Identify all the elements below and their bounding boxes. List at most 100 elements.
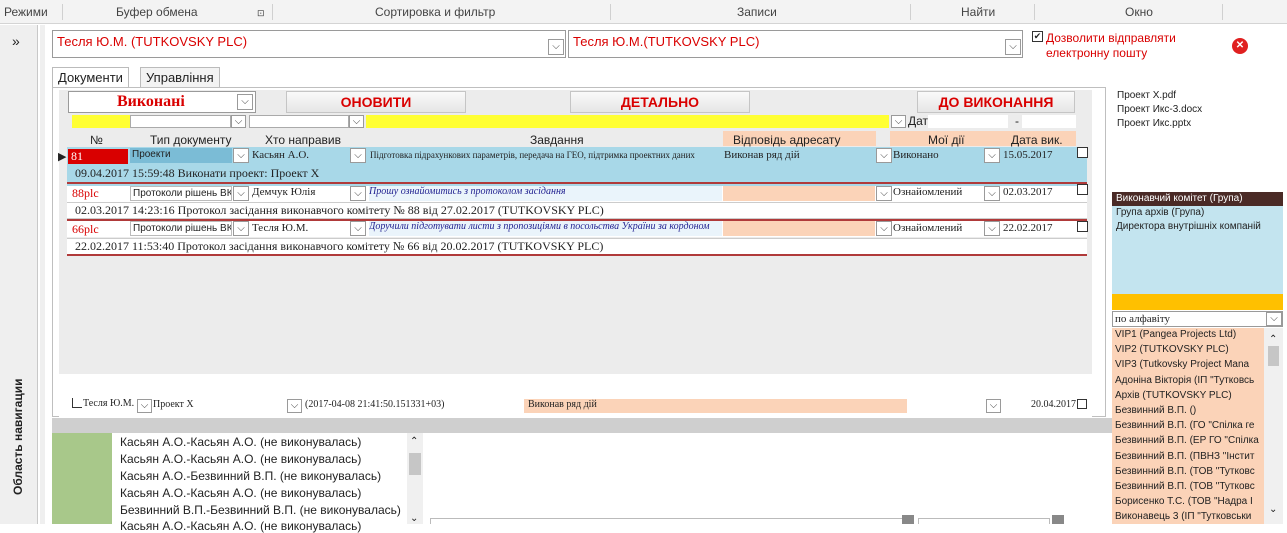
details-button[interactable]: ДЕТАЛЬНО bbox=[570, 91, 750, 113]
list-item[interactable]: Касьян А.О.-Безвинний В.П. (не виконувал… bbox=[120, 469, 381, 483]
filter-num[interactable] bbox=[72, 115, 130, 128]
expand-nav-icon[interactable]: » bbox=[12, 33, 20, 49]
col-type[interactable]: Тип документу bbox=[150, 133, 231, 147]
file-item[interactable]: Проект Икс-3.docx bbox=[1117, 104, 1202, 115]
group-item-selected[interactable]: Виконавчий комітет (Група) bbox=[1112, 192, 1283, 206]
history-scrollbar[interactable]: ⌃ ⌄ bbox=[407, 433, 423, 524]
groups-list[interactable]: Виконавчий комітет (Група) Група архів (… bbox=[1112, 192, 1283, 294]
chevron-down-icon[interactable]: ⌵ bbox=[891, 115, 906, 128]
row-reply[interactable] bbox=[723, 221, 875, 236]
group-item[interactable]: Група архів (Група) bbox=[1116, 207, 1204, 218]
col-num[interactable]: № bbox=[90, 133, 103, 147]
list-item[interactable]: Адоніна Вікторія (ІП "Тутковсь bbox=[1115, 375, 1264, 390]
filter-from[interactable] bbox=[249, 115, 349, 128]
filter-type[interactable] bbox=[130, 115, 231, 128]
attachments-list[interactable]: Проект Х.pdf Проект Икс-3.docx Проект Ик… bbox=[1112, 88, 1283, 191]
list-item[interactable]: Безвинний В.П. (ТОВ "Тутковс bbox=[1115, 466, 1264, 481]
file-item[interactable]: Проект Х.pdf bbox=[1117, 90, 1176, 101]
list-item[interactable]: Архів (TUTKOVSKY PLC) bbox=[1115, 390, 1264, 405]
list-item[interactable]: VIP2 (TUTKOVSKY PLC) bbox=[1115, 344, 1264, 359]
chevron-down-icon[interactable]: ⌵ bbox=[231, 115, 246, 128]
list-item[interactable]: Безвинний В.П. (ПВНЗ "Інстит bbox=[1115, 451, 1264, 466]
close-icon[interactable]: ✕ bbox=[1232, 38, 1248, 54]
bottom-field-2[interactable] bbox=[918, 518, 1050, 524]
scroll-thumb[interactable] bbox=[1268, 346, 1279, 366]
chevron-down-icon[interactable]: ⌵ bbox=[349, 115, 364, 128]
chevron-down-icon[interactable]: ⌵ bbox=[986, 399, 1001, 413]
chevron-down-icon[interactable]: ⌵ bbox=[233, 148, 249, 163]
ribbon-group-clipboard[interactable]: Буфер обмена bbox=[116, 5, 198, 19]
contacts-list[interactable]: VIP1 (Pangea Projects Ltd) VIP2 (TUTKOVS… bbox=[1112, 328, 1264, 524]
ribbon-group-find[interactable]: Найти bbox=[961, 5, 995, 19]
recipient-combo[interactable]: Тесля Ю.М.(TUTKOVSKY PLC) ⌵ bbox=[568, 30, 1023, 58]
chevron-down-icon[interactable]: ⌵ bbox=[876, 186, 892, 201]
date-from-input[interactable] bbox=[928, 115, 1008, 128]
chevron-down-icon[interactable]: ⌵ bbox=[350, 148, 366, 163]
chevron-down-icon[interactable]: ⌵ bbox=[350, 186, 366, 201]
sort-combo[interactable]: по алфавіту ⌵ bbox=[1112, 311, 1283, 327]
scroll-up-icon[interactable]: ⌃ bbox=[1269, 334, 1277, 345]
tab-documents[interactable]: Документи bbox=[52, 67, 129, 88]
filter-task[interactable] bbox=[366, 115, 889, 128]
list-item[interactable]: Виконавець 3 (ІП "Тутковськи bbox=[1115, 511, 1264, 526]
chevron-down-icon[interactable]: ⌵ bbox=[876, 148, 892, 163]
col-actions[interactable]: Мої дії bbox=[928, 133, 964, 147]
row-checkbox[interactable] bbox=[1077, 184, 1088, 195]
list-item[interactable]: Безвинний В.П. (ГО "Спілка ге bbox=[1115, 420, 1264, 435]
footer-checkbox[interactable] bbox=[72, 398, 82, 408]
chevron-down-icon[interactable]: ⌵ bbox=[984, 221, 1000, 236]
ribbon-group-window[interactable]: Окно bbox=[1125, 5, 1153, 19]
chevron-down-icon[interactable]: ⌵ bbox=[548, 39, 564, 55]
chevron-down-icon[interactable]: ⌵ bbox=[237, 94, 253, 110]
todo-button[interactable]: ДО ВИКОНАННЯ bbox=[917, 91, 1075, 113]
list-item[interactable]: Касьян А.О.-Касьян А.О. (не виконувалась… bbox=[120, 519, 361, 533]
chevron-down-icon[interactable]: ⌵ bbox=[137, 399, 152, 413]
list-item[interactable]: Безвинний В.П. (ЕР ГО "Спілка bbox=[1115, 435, 1264, 450]
ribbon-group-records[interactable]: Записи bbox=[737, 5, 777, 19]
scroll-down-icon[interactable]: ⌄ bbox=[410, 513, 418, 524]
list-item[interactable]: Борисенко Т.С. (ТОВ "Надра І bbox=[1115, 496, 1264, 511]
chevron-down-icon[interactable]: ⌵ bbox=[233, 186, 249, 201]
ribbon-group-modes[interactable]: Режими bbox=[4, 5, 48, 19]
col-task[interactable]: Завдання bbox=[530, 133, 584, 147]
chevron-down-icon[interactable]: ⌵ bbox=[984, 186, 1000, 201]
chevron-down-icon[interactable]: ⌵ bbox=[233, 221, 249, 236]
navigation-pane[interactable]: » Область навигации bbox=[0, 25, 38, 524]
chevron-down-icon[interactable]: ⌵ bbox=[984, 148, 1000, 163]
contacts-scrollbar[interactable]: ⌃ ⌄ bbox=[1264, 328, 1283, 524]
sender-combo[interactable]: Тесля Ю.М. (TUTKOVSKY PLC) ⌵ bbox=[52, 30, 566, 58]
field-button-icon[interactable] bbox=[902, 515, 914, 524]
list-item[interactable]: Безвинний В.П. (ТОВ "Тутковс bbox=[1115, 481, 1264, 496]
chevron-down-icon[interactable]: ⌵ bbox=[1005, 39, 1021, 55]
chevron-down-icon[interactable]: ⌵ bbox=[287, 399, 302, 413]
scroll-down-icon[interactable]: ⌄ bbox=[1269, 504, 1277, 515]
refresh-button[interactable]: ОНОВИТИ bbox=[286, 91, 466, 113]
history-list[interactable]: Касьян А.О.-Касьян А.О. (не виконувалась… bbox=[112, 433, 407, 533]
bottom-field[interactable] bbox=[430, 518, 910, 524]
col-reply[interactable]: Відповідь адресату bbox=[733, 133, 841, 147]
chevron-down-icon[interactable]: ⌵ bbox=[876, 221, 892, 236]
list-item[interactable]: Касьян А.О.-Касьян А.О. (не виконувалась… bbox=[120, 452, 361, 466]
field-button-icon[interactable] bbox=[1052, 515, 1064, 524]
chevron-down-icon[interactable]: ⌵ bbox=[350, 221, 366, 236]
list-item[interactable]: VIP3 (Tutkovsky Project Mana bbox=[1115, 359, 1264, 374]
email-allow-checkbox[interactable]: ✔ bbox=[1032, 31, 1043, 42]
footer-date-checkbox[interactable] bbox=[1077, 399, 1087, 409]
scroll-up-icon[interactable]: ⌃ bbox=[410, 436, 418, 447]
clipboard-launcher-icon[interactable]: ⊡ bbox=[257, 8, 265, 19]
scroll-thumb[interactable] bbox=[409, 453, 421, 475]
list-item[interactable]: Касьян А.О.-Касьян А.О. (не виконувалась… bbox=[120, 486, 361, 500]
row-reply[interactable] bbox=[723, 186, 875, 201]
status-filter[interactable]: Виконані ⌵ bbox=[68, 91, 256, 113]
col-from[interactable]: Хто направив bbox=[265, 133, 341, 147]
list-item[interactable]: Безвинний В.П. () bbox=[1115, 405, 1264, 420]
col-due[interactable]: Дата вик. bbox=[1011, 133, 1063, 147]
ribbon-group-sort[interactable]: Сортировка и фильтр bbox=[375, 5, 495, 19]
group-item[interactable]: Директора внутрішніх компаній bbox=[1116, 221, 1261, 232]
list-item[interactable]: VIP1 (Pangea Projects Ltd) bbox=[1115, 329, 1264, 344]
row-checkbox[interactable] bbox=[1077, 147, 1088, 158]
list-item[interactable]: Касьян А.О.-Касьян А.О. (не виконувалась… bbox=[120, 435, 361, 449]
date-to-input[interactable] bbox=[1022, 115, 1076, 128]
list-item[interactable]: Безвинний В.П.-Безвинний В.П. (не викону… bbox=[120, 503, 401, 517]
row-checkbox[interactable] bbox=[1077, 221, 1088, 232]
